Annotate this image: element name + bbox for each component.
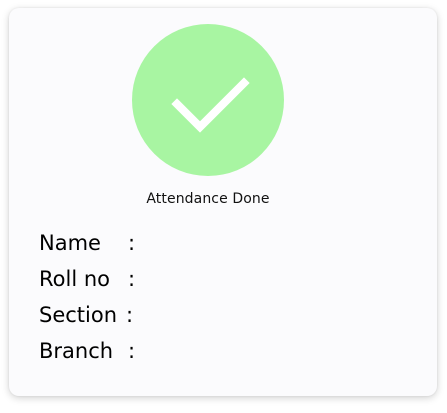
name-label: Name: [39, 231, 101, 255]
section-label: Section: [39, 303, 118, 327]
name-separator: :: [128, 231, 136, 255]
success-badge: [132, 24, 284, 176]
attendance-status: Attendance Done: [146, 191, 270, 207]
attendance-card: Attendance Done Name : Roll no : Section…: [9, 8, 437, 396]
branch-separator: :: [128, 339, 136, 363]
branch-label: Branch: [39, 339, 114, 363]
roll-no-separator: :: [128, 267, 136, 291]
roll-no-label: Roll no: [39, 267, 110, 291]
section-separator: :: [126, 303, 134, 327]
checkmark-icon: [171, 77, 250, 133]
